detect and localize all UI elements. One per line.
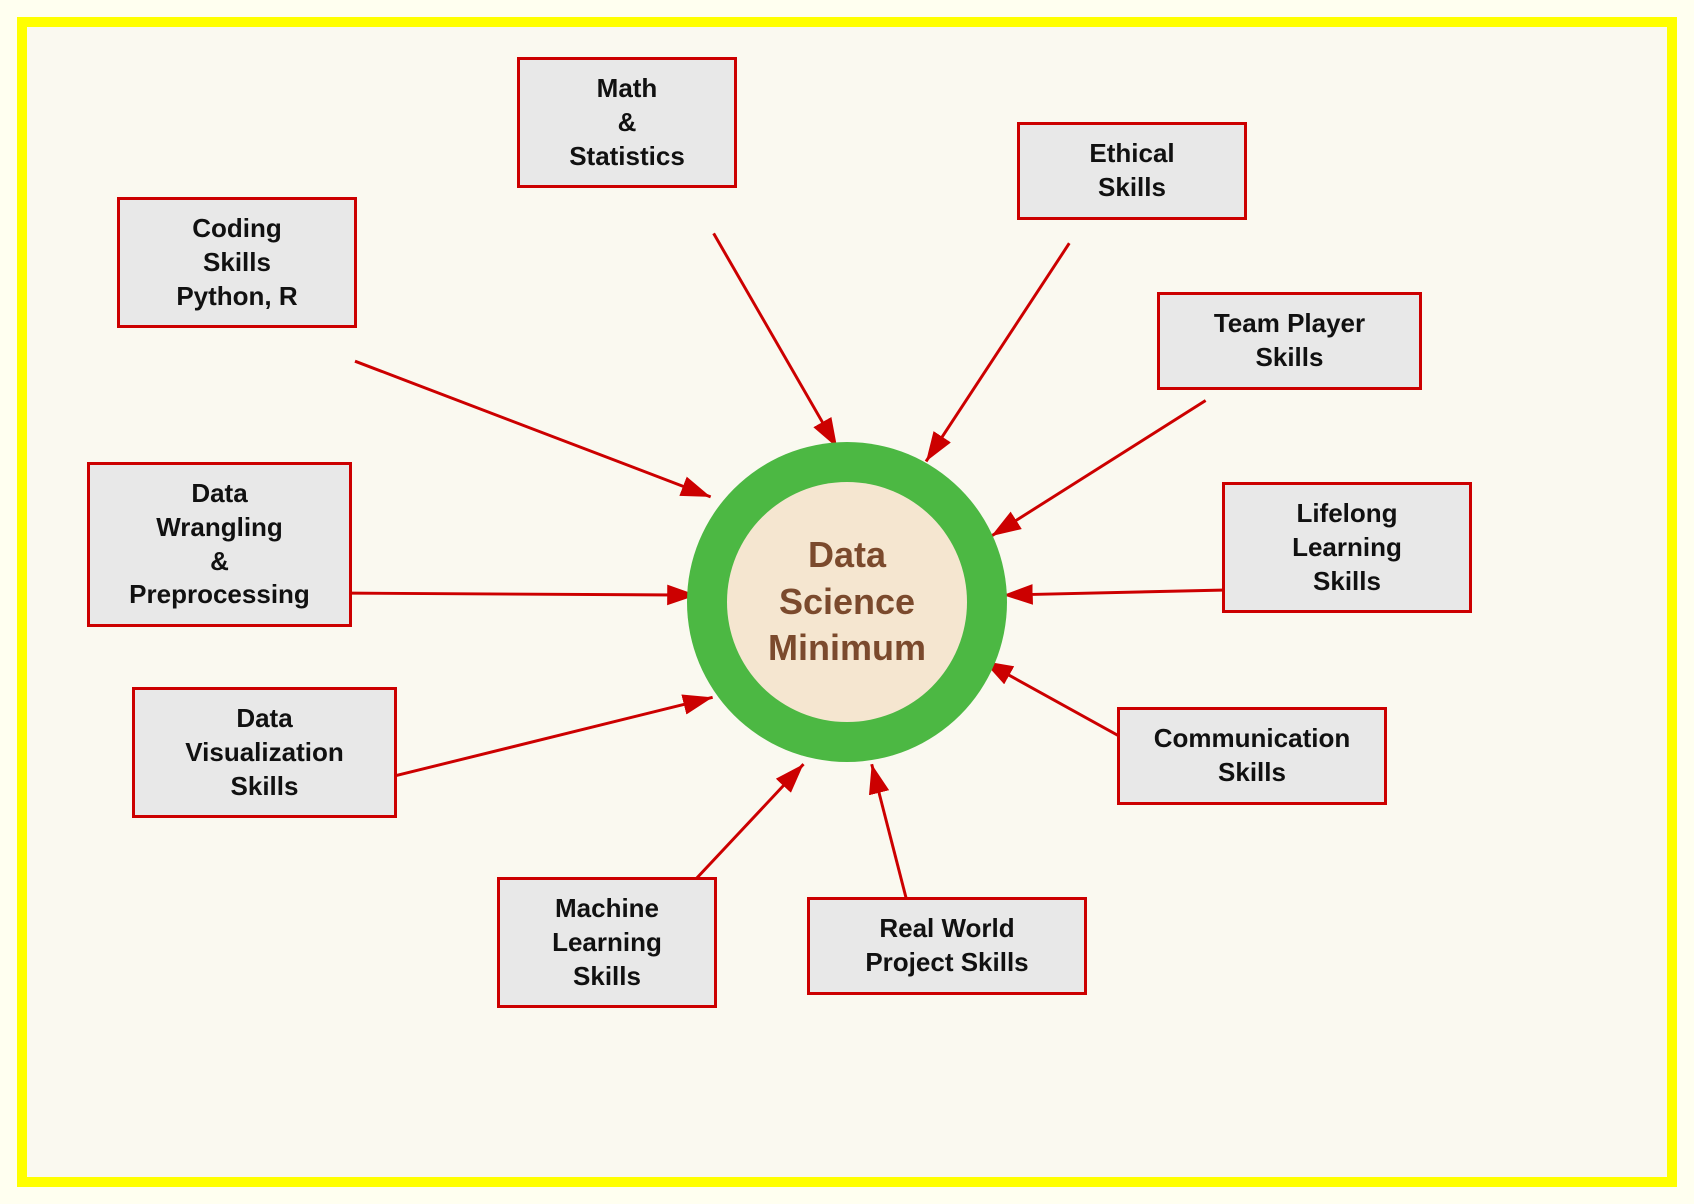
skill-box-wrangling: DataWrangling&Preprocessing [87, 462, 352, 627]
skill-box-team: Team PlayerSkills [1157, 292, 1422, 390]
skill-label-realworld: Real WorldProject Skills [865, 913, 1028, 977]
skill-label-math: Math&Statistics [569, 73, 685, 171]
skill-label-team: Team PlayerSkills [1214, 308, 1365, 372]
skill-label-machinelearning: MachineLearningSkills [552, 893, 662, 991]
center-text: DataScienceMinimum [768, 532, 926, 672]
skill-box-ethical: EthicalSkills [1017, 122, 1247, 220]
diagram-container: DataScienceMinimum Math&Statistics Ethic… [27, 27, 1667, 1177]
skill-box-math: Math&Statistics [517, 57, 737, 188]
skill-box-coding: CodingSkillsPython, R [117, 197, 357, 328]
skill-label-datavis: DataVisualizationSkills [185, 703, 343, 801]
skill-box-lifelong: LifelongLearningSkills [1222, 482, 1472, 613]
skill-label-communication: CommunicationSkills [1154, 723, 1350, 787]
outer-border: DataScienceMinimum Math&Statistics Ethic… [17, 17, 1677, 1187]
skill-label-ethical: EthicalSkills [1089, 138, 1174, 202]
skill-box-realworld: Real WorldProject Skills [807, 897, 1087, 995]
center-circle: DataScienceMinimum [687, 442, 1007, 762]
skill-label-wrangling: DataWrangling&Preprocessing [129, 478, 310, 609]
skill-box-datavis: DataVisualizationSkills [132, 687, 397, 818]
center-inner: DataScienceMinimum [727, 482, 967, 722]
skill-label-coding: CodingSkillsPython, R [176, 213, 297, 311]
skill-label-lifelong: LifelongLearningSkills [1292, 498, 1402, 596]
skill-box-communication: CommunicationSkills [1117, 707, 1387, 805]
skill-box-machinelearning: MachineLearningSkills [497, 877, 717, 1008]
